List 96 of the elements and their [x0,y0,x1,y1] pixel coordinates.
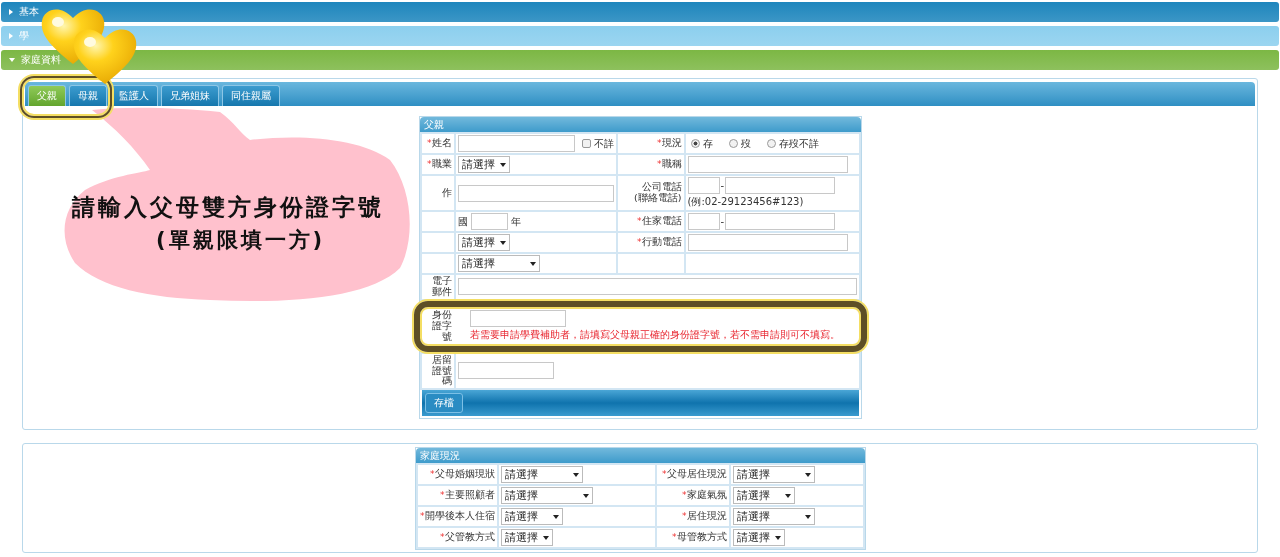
required-mark: * [662,469,667,480]
required-mark: * [440,490,445,501]
form-title: 父親 [419,117,861,132]
field-label: 作 [441,187,452,199]
required-mark: * [682,490,687,501]
radio-button[interactable] [690,139,700,148]
text-input[interactable] [469,310,566,328]
required-mark: * [430,469,435,480]
label-cell [421,233,454,252]
select-dropdown[interactable]: 請選擇 [457,234,510,251]
area-code-input[interactable] [687,213,720,230]
select-dropdown[interactable]: 請選擇 [457,156,510,173]
caret-icon [499,240,506,245]
caret-icon [529,261,536,266]
field-label: 父母婚姻現狀 [434,469,495,481]
text-input[interactable] [457,184,614,202]
save-button[interactable]: 存檔 [424,393,463,414]
required-mark: * [682,511,687,522]
field-label: 主要照顧者 [444,490,495,502]
checkbox-label: 不詳 [593,136,614,151]
label-cell [421,212,454,231]
select-dropdown[interactable]: 請選擇 [500,487,593,505]
select-dropdown[interactable]: 請選擇 [732,508,815,526]
required-mark: * [657,159,662,170]
field-label: 居住現況 [686,511,727,523]
field-label: 居留證號碼 [430,354,452,388]
caret-icon [552,514,559,519]
caret-icon [572,472,579,477]
tab[interactable]: 同住親屬 [222,85,280,106]
caret-icon [9,33,13,39]
required-mark: * [420,511,425,522]
field-label: 父管教方式 [444,532,495,544]
phone-input[interactable] [725,177,836,194]
field-label: 身份證字號 [430,309,452,343]
field-label: 父母居住現況 [666,469,727,481]
caret-icon [804,472,811,477]
caret-icon [9,58,15,62]
callout-text: 請輸入父母雙方身份證字號 [72,193,384,222]
required-mark: * [637,237,642,248]
field-label: 開學後本人住宿 [424,511,495,523]
caret-icon [784,493,791,498]
dash-text: - [720,180,725,191]
radio-label: 歿 [740,136,751,151]
note-text: 若需要申請學費補助者，請填寫父母親正確的身份證字號，若不需申請則可不填寫。 [469,329,840,343]
select-dropdown[interactable]: 請選擇 [500,466,583,484]
area-code-input[interactable] [687,177,720,194]
radio-button[interactable] [766,139,776,148]
field-sublabel: (聯絡電話) [634,193,682,204]
radio-button[interactable] [728,139,738,148]
field-text: 年 [510,214,521,229]
dash-text: - [720,216,725,227]
text-input[interactable] [457,362,554,380]
caret-icon [9,9,13,15]
field-label: 職稱 [661,159,682,170]
field-label: 母管教方式 [676,532,727,544]
field-label: 姓名 [431,138,452,149]
select-dropdown[interactable]: 請選擇 [732,529,785,547]
field-label: 住家電話 [641,216,682,227]
label-cell [617,254,684,273]
caret-icon [542,535,549,540]
text-input[interactable] [470,213,508,230]
caret-icon [499,162,506,167]
required-mark: * [427,159,432,170]
select-dropdown[interactable]: 請選擇 [732,487,795,505]
field-label: 職業 [431,159,452,170]
text-input[interactable] [457,135,575,152]
field-label: 行動電話 [641,237,682,248]
callout-text: (單親限填一方) [156,227,326,254]
caret-icon [774,535,781,540]
field-label: 現況 [661,138,682,149]
required-mark: * [672,532,677,543]
radio-label: 存 [702,136,713,151]
tab[interactable]: 兄弟姐妹 [161,85,219,106]
label-cell [421,254,454,273]
required-mark: * [440,532,445,543]
checkbox[interactable] [581,139,591,148]
tab[interactable]: 母親 [69,85,107,106]
field-text: 國 [457,214,468,229]
required-mark: * [637,216,642,227]
form-title: 家庭現況 [415,448,865,464]
caret-icon [804,514,811,519]
field-label: 電子郵件 [430,276,452,298]
phone-input[interactable] [725,213,836,230]
select-dropdown[interactable]: 請選擇 [500,529,553,547]
required-mark: * [427,138,432,149]
caret-icon [582,493,589,498]
text-input[interactable] [687,234,848,251]
select-dropdown[interactable]: 請選擇 [732,466,815,484]
field-label: 公司電話 [641,182,682,193]
text-input[interactable] [687,156,848,173]
field-label: 家庭氣氛 [686,490,727,502]
hint-text: (例:02-29123456#123) [687,195,805,209]
select-dropdown[interactable]: 請選擇 [500,508,563,526]
select-dropdown[interactable]: 請選擇 [457,255,540,272]
radio-label: 存歿不詳 [778,136,819,151]
required-mark: * [657,138,662,149]
